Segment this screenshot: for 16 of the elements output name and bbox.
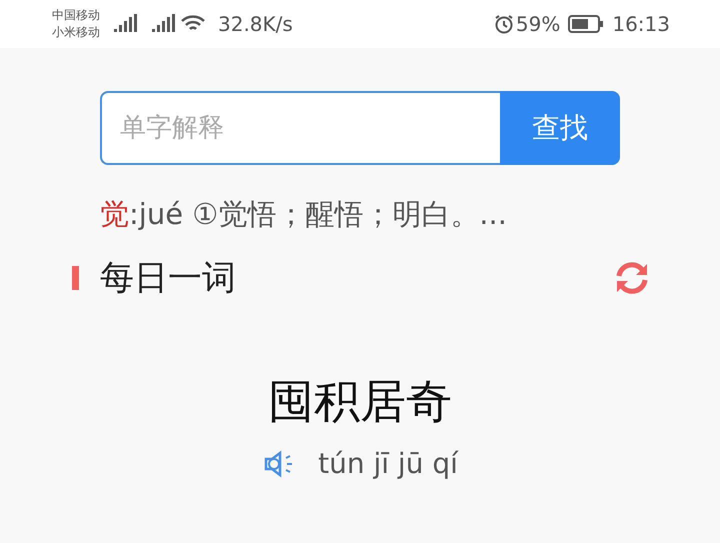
search-button[interactable]: 查找 xyxy=(500,91,620,165)
carrier-name: 小米移动 xyxy=(52,24,100,41)
section-title: 每日一词 xyxy=(100,257,237,300)
battery-icon xyxy=(568,15,604,33)
definition-text: 觉:jué ①觉悟；醒悟；明白。... xyxy=(100,196,508,233)
carrier-name: 中国移动 xyxy=(52,7,100,24)
section-marker xyxy=(72,266,79,290)
clock-time: 16:13 xyxy=(612,12,670,36)
network-speed: 32.8K/s xyxy=(218,12,293,36)
pinyin-text: tún jī jū qí xyxy=(318,447,458,480)
daily-word: 囤积居奇 xyxy=(267,373,453,430)
battery-percent: 59% xyxy=(516,12,560,36)
refresh-icon[interactable] xyxy=(614,261,650,295)
alarm-icon xyxy=(494,14,514,34)
search-field[interactable]: 单字解释 xyxy=(100,91,500,165)
speaker-icon[interactable] xyxy=(262,450,294,478)
